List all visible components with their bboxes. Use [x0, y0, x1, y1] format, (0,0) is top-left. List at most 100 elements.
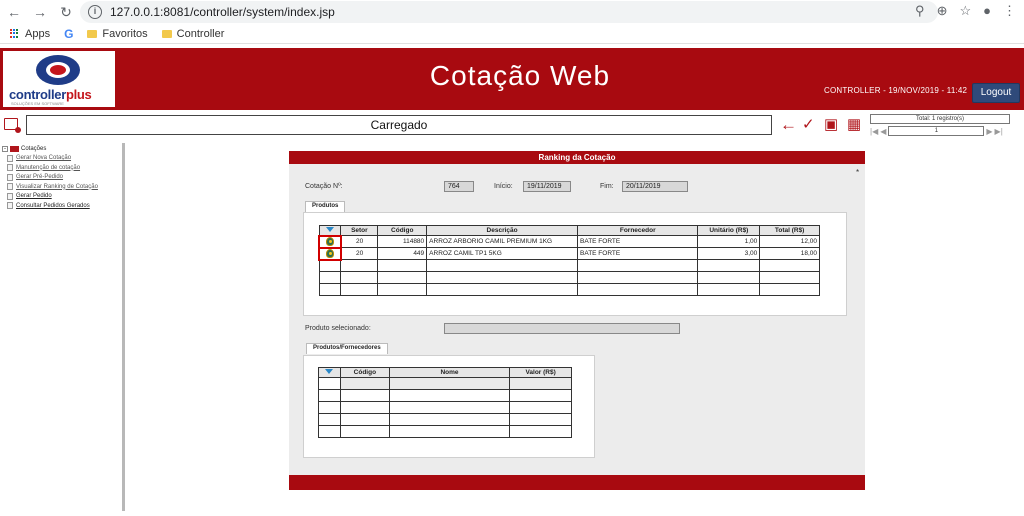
- tree-root-label: Cotações: [21, 146, 47, 152]
- document-icon: [7, 164, 13, 171]
- logo-subtitle: SOLUÇÕES EM SOFTWARE: [11, 101, 64, 106]
- table-row[interactable]: 20 449 ARROZ CAMIL TP1 5KG BATE FORTE 3,…: [318, 246, 820, 261]
- sidebar-item-consultar-pedidos[interactable]: Consultar Pedidos Gerados: [7, 202, 124, 209]
- zoom-icon[interactable]: ⊕: [937, 3, 948, 19]
- sort-triangle-icon: [325, 226, 334, 232]
- document-icon: [7, 202, 13, 209]
- app-title: Cotação Web: [429, 60, 611, 91]
- page-input[interactable]: 1: [888, 126, 985, 136]
- bookmark-controller[interactable]: Controller: [161, 27, 225, 40]
- document-icon: [7, 192, 13, 200]
- next-page-icon[interactable]: ▶: [986, 127, 992, 136]
- save-disk-icon[interactable]: ▣: [824, 117, 838, 133]
- url-text: 127.0.0.1:8081/controller/system/index.j…: [110, 5, 335, 19]
- row-action-cell[interactable]: [318, 234, 342, 249]
- document-icon: [7, 154, 13, 162]
- cell-total: 12,00: [759, 235, 820, 248]
- table-row-empty: [318, 401, 572, 414]
- prev-page-icon[interactable]: ◀: [880, 127, 886, 136]
- medal-icon[interactable]: [325, 237, 334, 246]
- fim-label: Fim:: [600, 183, 614, 190]
- cell-fornecedor: BATE FORTE: [576, 235, 699, 248]
- cell-fornecedor: BATE FORTE: [576, 247, 699, 260]
- logo-text: controller: [9, 87, 66, 102]
- session-info: CONTROLLER - 19/NOV/2019 - 11:42: [824, 86, 968, 95]
- sidebar-menu: - Cotações Gerar Nova Cotação Manutenção…: [2, 144, 124, 512]
- tab-produtos-fornecedores[interactable]: Produtos/Fornecedores: [306, 343, 388, 354]
- folder-icon: [10, 146, 19, 152]
- sort-header[interactable]: [318, 225, 342, 236]
- menu-dots-icon[interactable]: ⋮: [1003, 3, 1016, 19]
- row-action-cell[interactable]: [318, 246, 342, 261]
- cell-descricao: ARROZ ARBORIO CAMIL PREMIUM 1KG: [426, 235, 578, 248]
- table-row-empty: [318, 377, 572, 390]
- sidebar-item-gerar-nova-cotacao[interactable]: Gerar Nova Cotação: [7, 154, 124, 162]
- sidebar-item-gerar-pre-pedido[interactable]: Gerar Pré-Pedido: [7, 173, 124, 181]
- cell-unitario: 3,00: [697, 247, 761, 260]
- column-header-total[interactable]: Total (R$): [759, 225, 820, 236]
- google-icon: G: [64, 26, 74, 41]
- last-page-icon[interactable]: ▶|: [995, 127, 1003, 136]
- tree-root-cotacoes[interactable]: - Cotações: [2, 146, 124, 152]
- document-icon: [7, 183, 13, 190]
- column-header-setor[interactable]: Setor: [340, 225, 379, 236]
- logo-mark-icon: [36, 55, 80, 85]
- sidebar-item-visualizar-ranking[interactable]: Visualizar Ranking de Cotação: [7, 183, 124, 190]
- logout-button[interactable]: Logout: [972, 83, 1020, 103]
- apps-grid-icon: [10, 28, 20, 39]
- produtos-table: Setor Código Descrição Fornecedor Unitár…: [318, 225, 820, 296]
- trash-icon[interactable]: ▦: [847, 117, 861, 133]
- bookmark-label: Controller: [176, 27, 225, 40]
- fornecedores-table: Código Nome Valor (R$): [318, 367, 572, 438]
- sort-header[interactable]: [318, 367, 341, 378]
- sidebar-item-gerar-pedido[interactable]: Gerar Pedido: [7, 192, 124, 200]
- sidebar-item-manutencao-cotacao[interactable]: Manutenção de cotação: [7, 164, 124, 171]
- column-header-codigo[interactable]: Código: [339, 367, 390, 378]
- column-header-unitario[interactable]: Unitário (R$): [697, 225, 761, 236]
- tab-produtos[interactable]: Produtos: [305, 201, 346, 212]
- panel-footer: [289, 475, 865, 490]
- cell-codigo: 449: [377, 247, 428, 260]
- medal-icon[interactable]: [325, 249, 334, 258]
- sidebar-scrollbar[interactable]: [122, 143, 125, 511]
- column-header-valor[interactable]: Valor (R$): [509, 367, 572, 378]
- cell-total: 18,00: [759, 247, 820, 260]
- back-arrow-icon[interactable]: ←: [780, 116, 797, 133]
- column-header-codigo[interactable]: Código: [377, 225, 428, 236]
- first-page-icon[interactable]: |◀: [870, 127, 878, 136]
- column-header-nome[interactable]: Nome: [388, 367, 511, 378]
- forward-arrow-icon[interactable]: →: [28, 4, 52, 20]
- document-icon: [7, 173, 13, 181]
- produto-selecionado-label: Produto selecionado:: [305, 325, 371, 332]
- table-row-empty: [318, 425, 572, 438]
- cell-setor: 20: [340, 247, 379, 260]
- table-header-row: Código Nome Valor (R$): [318, 367, 572, 378]
- app-toolbar: Carregado ← ✓ ▣ ▦ Total: 1 registro(s) |…: [0, 112, 1024, 140]
- info-icon[interactable]: i: [88, 5, 102, 19]
- bookmark-favoritos[interactable]: Favoritos: [87, 28, 148, 40]
- reload-icon[interactable]: ↻: [54, 4, 78, 21]
- close-folder-icon[interactable]: [4, 118, 21, 133]
- profile-icon[interactable]: ●: [983, 3, 991, 19]
- star-icon[interactable]: ☆: [959, 3, 971, 19]
- clear-broom-icon[interactable]: ✓: [802, 117, 815, 133]
- column-header-fornecedor[interactable]: Fornecedor: [576, 225, 699, 236]
- key-icon[interactable]: ⚲: [915, 3, 925, 19]
- bookmark-google[interactable]: G: [64, 27, 73, 41]
- sidebar-item-label: Consultar Pedidos Gerados: [16, 202, 90, 209]
- bookmark-apps[interactable]: Apps: [10, 28, 50, 40]
- back-arrow-icon[interactable]: ←: [2, 4, 26, 20]
- cotacao-label: Cotação Nº:: [305, 183, 343, 190]
- table-row[interactable]: 20 114880 ARROZ ARBORIO CAMIL PREMIUM 1K…: [318, 234, 820, 249]
- pager-total: Total: 1 registro(s): [870, 114, 1010, 124]
- table-header-row: Setor Código Descrição Fornecedor Unitár…: [318, 225, 820, 236]
- address-bar[interactable]: i 127.0.0.1:8081/controller/system/index…: [80, 1, 938, 23]
- sidebar-item-label: Gerar Nova Cotação: [16, 155, 72, 161]
- collapse-icon[interactable]: -: [2, 146, 8, 152]
- controllerplus-logo: controllerplus SOLUÇÕES EM SOFTWARE: [3, 51, 115, 107]
- pager: Total: 1 registro(s) |◀ ◀ 1 ▶ ▶|: [870, 114, 1014, 136]
- column-header-descricao[interactable]: Descrição: [426, 225, 578, 236]
- panel-title: Ranking da Cotação: [289, 151, 865, 164]
- cell-unitario: 1,00: [697, 235, 761, 248]
- table-row-empty: [318, 283, 820, 296]
